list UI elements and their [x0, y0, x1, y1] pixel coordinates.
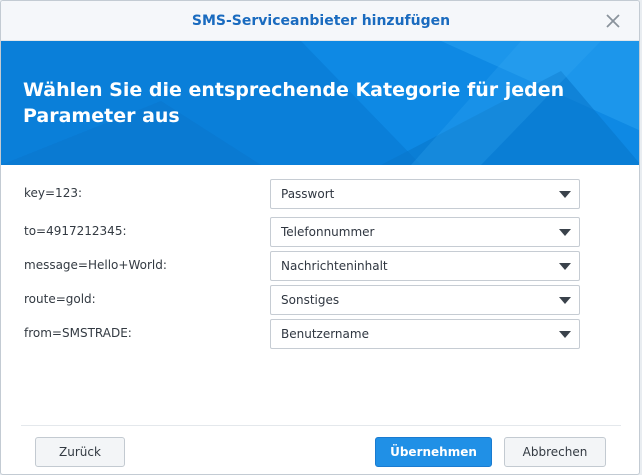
- category-select[interactable]: Nachrichteninhalt: [270, 251, 580, 281]
- category-select-value: Sonstiges: [281, 293, 340, 307]
- dialog-title: SMS-Serviceanbieter hinzufügen: [191, 13, 451, 29]
- parameter-label: from=SMSTRADE:: [24, 326, 132, 340]
- parameter-label: message=Hello+World:: [24, 258, 167, 272]
- dialog: SMS-Serviceanbieter hinzufügen Wählen Si…: [0, 0, 640, 475]
- parameter-label: key=123:: [24, 186, 83, 200]
- category-select[interactable]: Passwort: [270, 179, 580, 209]
- category-select-value: Passwort: [281, 187, 335, 201]
- apply-button[interactable]: Übernehmen: [375, 437, 492, 467]
- category-select[interactable]: Telefonnummer: [270, 217, 580, 247]
- category-select-value: Nachrichteninhalt: [281, 259, 388, 273]
- chevron-down-icon: [559, 297, 571, 304]
- chevron-down-icon: [559, 263, 571, 270]
- chevron-down-icon: [559, 229, 571, 236]
- parameter-label: to=4917212345:: [24, 224, 127, 238]
- chevron-down-icon: [559, 191, 571, 198]
- parameter-row: message=Hello+World: Nachrichteninhalt: [1, 251, 639, 281]
- footer-divider: [21, 425, 621, 426]
- dialog-titlebar: SMS-Serviceanbieter hinzufügen: [1, 1, 639, 41]
- category-select[interactable]: Sonstiges: [270, 285, 580, 315]
- cancel-button[interactable]: Abbrechen: [504, 437, 606, 467]
- back-button[interactable]: Zurück: [35, 437, 125, 467]
- page-heading: Wählen Sie die entsprechende Kategorie f…: [23, 79, 565, 127]
- parameter-row: to=4917212345: Telefonnummer: [1, 217, 639, 247]
- parameter-row: from=SMSTRADE: Benutzername: [1, 319, 639, 349]
- close-icon[interactable]: [603, 11, 623, 31]
- category-select-value: Benutzername: [281, 327, 369, 341]
- parameter-row: route=gold: Sonstiges: [1, 285, 639, 315]
- parameter-row: key=123: Passwort: [1, 179, 639, 209]
- chevron-down-icon: [559, 331, 571, 338]
- header-banner: Wählen Sie die entsprechende Kategorie f…: [1, 41, 639, 165]
- category-select-value: Telefonnummer: [281, 225, 375, 239]
- parameter-label: route=gold:: [24, 292, 96, 306]
- category-select[interactable]: Benutzername: [270, 319, 580, 349]
